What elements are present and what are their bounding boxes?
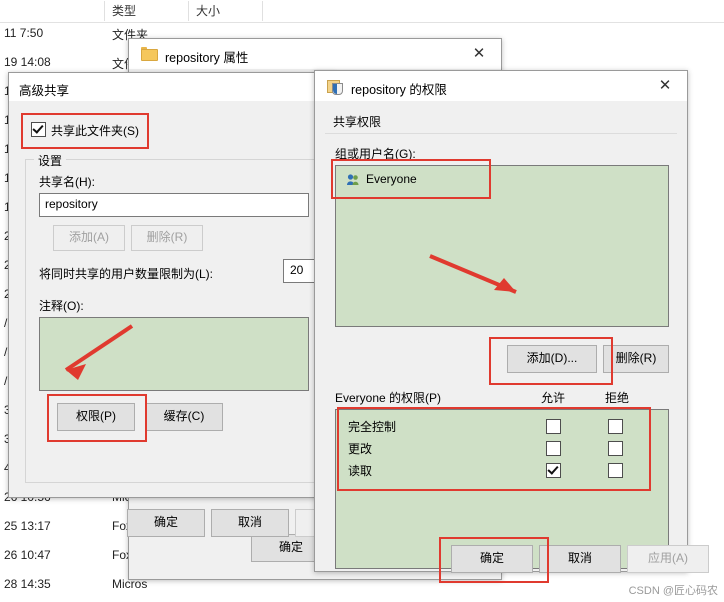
permissions-cancel-button[interactable]: 取消 xyxy=(539,545,621,573)
permission-row: 更改 xyxy=(336,438,666,458)
allow-checkbox[interactable] xyxy=(546,419,561,434)
user-limit-value: 20 xyxy=(290,263,304,277)
advanced-share-ok-button[interactable]: 确定 xyxy=(127,509,205,537)
cell-date: 26 10:47 xyxy=(4,548,51,562)
cell-date: 11 7:50 xyxy=(4,26,44,40)
permission-row: 完全控制 xyxy=(336,416,666,436)
permissions-titlebar[interactable]: repository 的权限 ✕ xyxy=(315,71,687,101)
column-divider xyxy=(262,1,263,21)
permission-name: 完全控制 xyxy=(348,420,397,434)
watermark: CSDN @匠心码农 xyxy=(628,585,718,597)
column-deny: 拒绝 xyxy=(605,391,630,405)
remove-user-button[interactable]: 删除(R) xyxy=(603,345,669,373)
settings-group-title: 设置 xyxy=(34,152,67,169)
properties-title: repository 属性 xyxy=(165,51,249,65)
users-icon xyxy=(346,173,360,187)
advanced-share-cancel-button[interactable]: 取消 xyxy=(211,509,289,537)
group-users-label: 组或用户名(G): xyxy=(335,147,416,161)
advanced-share-title: 高级共享 xyxy=(19,84,70,98)
comment-label: 注释(O): xyxy=(39,299,84,313)
close-icon[interactable]: ✕ xyxy=(643,71,687,101)
close-icon[interactable]: ✕ xyxy=(457,39,501,69)
deny-checkbox[interactable] xyxy=(608,441,623,456)
cell-date: 19 14:08 xyxy=(4,55,51,69)
permissions-window: repository 的权限 ✕ 共享权限 组或用户名(G): Everyone… xyxy=(314,70,709,583)
column-divider xyxy=(104,1,105,21)
arrow-to-permissions-button xyxy=(30,320,140,390)
allow-checkbox[interactable] xyxy=(546,441,561,456)
column-divider xyxy=(188,1,189,21)
share-name-value: repository xyxy=(45,197,98,211)
permissions-icon xyxy=(327,79,343,95)
permissions-ok-button[interactable]: 确定 xyxy=(451,545,533,573)
tab-divider xyxy=(325,133,677,134)
arrow-to-add-button xyxy=(424,250,540,304)
deny-checkbox[interactable] xyxy=(608,419,623,434)
folder-icon xyxy=(141,47,158,61)
column-header-type[interactable]: 类型 xyxy=(112,2,136,19)
share-name-label: 共享名(H): xyxy=(39,175,95,189)
cell-date: 28 14:35 xyxy=(4,577,51,591)
permissions-button[interactable]: 权限(P) xyxy=(57,403,135,431)
column-header-size[interactable]: 大小 xyxy=(196,2,220,19)
permissions-title: repository 的权限 xyxy=(351,83,447,97)
advanced-share-window: 高级共享 共享此文件夹(S) 设置 共享名(H): repository 添加(… xyxy=(8,72,349,537)
add-user-button[interactable]: 添加(D)... xyxy=(507,345,597,373)
advanced-share-titlebar[interactable]: 高级共享 xyxy=(9,73,335,101)
permissions-apply-button: 应用(A) xyxy=(627,545,709,573)
share-permissions-tab[interactable]: 共享权限 xyxy=(333,113,381,130)
add-share-button: 添加(A) xyxy=(53,225,125,251)
list-item[interactable]: Everyone xyxy=(340,170,664,190)
share-folder-checkbox[interactable] xyxy=(31,122,46,137)
cell-date: 25 13:17 xyxy=(4,519,51,533)
cache-button[interactable]: 缓存(C) xyxy=(145,403,223,431)
share-name-input[interactable]: repository xyxy=(39,193,309,217)
column-allow: 允许 xyxy=(541,391,566,405)
deny-checkbox[interactable] xyxy=(608,463,623,478)
permission-name: 读取 xyxy=(348,464,373,478)
permission-name: 更改 xyxy=(348,442,373,456)
explorer-column-header: 类型 大小 xyxy=(0,0,724,23)
properties-titlebar[interactable]: repository 属性 ✕ xyxy=(129,39,501,69)
list-item-label: Everyone xyxy=(366,172,417,186)
permission-row: 读取 xyxy=(336,460,666,480)
user-limit-label: 将同时共享的用户数量限制为(L): xyxy=(39,267,214,281)
share-folder-label[interactable]: 共享此文件夹(S) xyxy=(51,122,139,139)
allow-checkbox[interactable] xyxy=(546,463,561,478)
remove-share-button: 删除(R) xyxy=(131,225,203,251)
permissions-table-header: Everyone 的权限(P) xyxy=(335,391,442,405)
